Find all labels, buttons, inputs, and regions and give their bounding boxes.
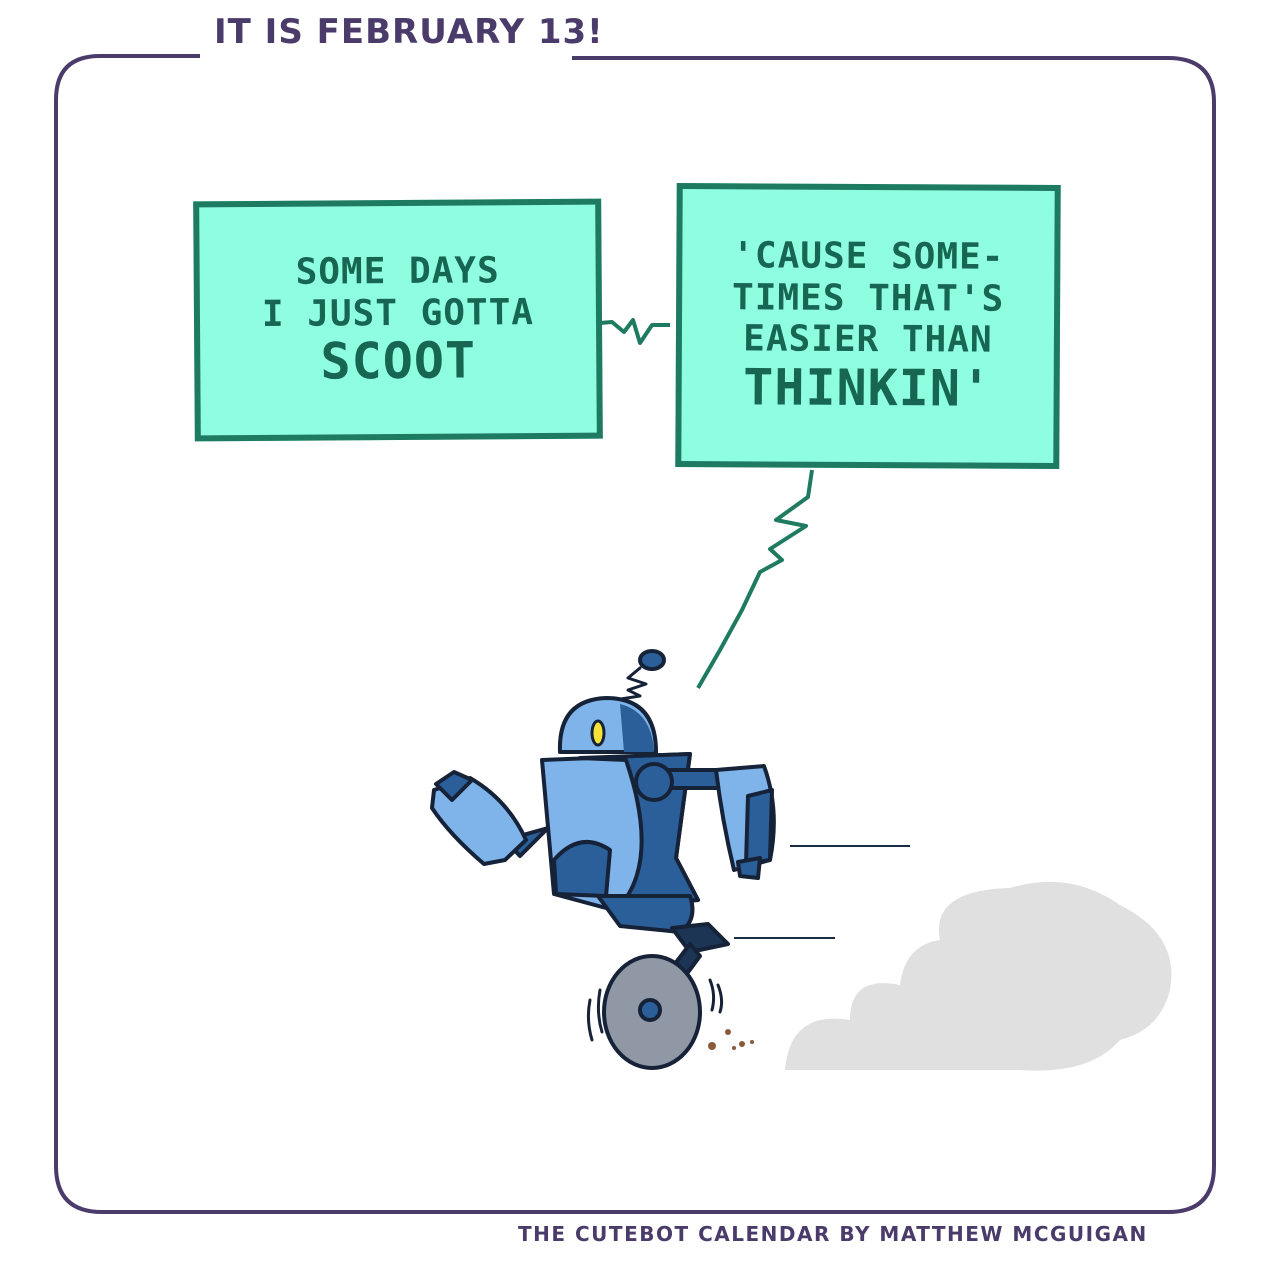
bubble-emphasis: SCOOT bbox=[320, 331, 477, 391]
bubble-text-line: I JUST GOTTA bbox=[261, 291, 535, 335]
dust-cloud-icon bbox=[785, 881, 1172, 1071]
bubble-connector bbox=[599, 318, 670, 345]
bubble-text-line: EASIER THAN bbox=[743, 318, 993, 361]
comic-panel bbox=[54, 54, 1216, 1214]
robot-eye bbox=[590, 719, 606, 747]
bubble-text-line: TIMES THAT'S bbox=[731, 277, 1005, 320]
speech-tail bbox=[696, 469, 814, 690]
bubble-emphasis: THINKIN' bbox=[743, 357, 993, 418]
bubble-text-line: SOME DAYS bbox=[295, 250, 500, 293]
robot-character bbox=[430, 649, 776, 1070]
bubble-text-line: 'CAUSE SOME- bbox=[732, 235, 1005, 279]
antenna-icon bbox=[638, 649, 666, 671]
credit-text: THE CUTEBOT CALENDAR BY MATTHEW MCGUIGAN bbox=[518, 1222, 1148, 1246]
speech-bubble-1: SOME DAYS I JUST GOTTA SCOOT bbox=[193, 198, 603, 442]
speech-bubble-2: 'CAUSE SOME- TIMES THAT'S EASIER THAN TH… bbox=[675, 182, 1061, 470]
dirt-specks bbox=[708, 1029, 754, 1050]
